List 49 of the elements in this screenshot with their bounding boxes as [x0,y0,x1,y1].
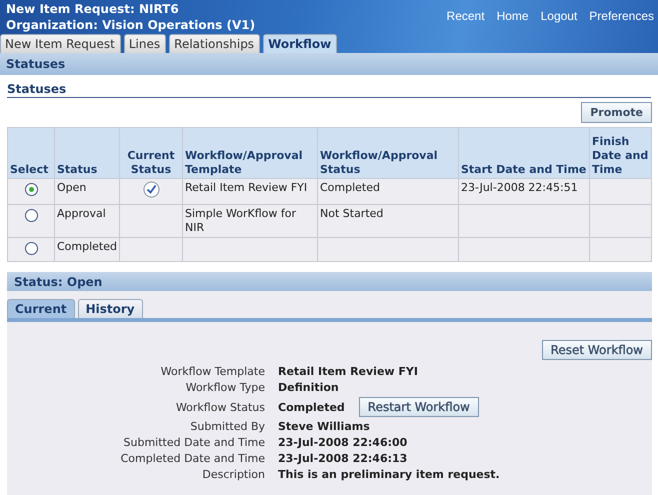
subsection-title: Statuses [7,82,651,98]
table-cell: Approval [57,207,106,220]
field-value: 23-Jul-2008 22:46:13 [278,451,408,466]
request-title: New Item Request: NIRT6 [6,1,180,17]
field-value: Definition [278,380,339,395]
column-header: Select [8,128,54,178]
table-cell: Not Started [320,207,384,220]
field-value: This is an preliminary item request. [278,467,500,482]
radio-button[interactable] [24,209,38,222]
field-label: Description [201,467,265,482]
promote-button[interactable]: Promote [581,102,652,123]
column-header: Start Date and Time [458,128,590,178]
section-title: Statuses [6,57,66,71]
field-label: Workflow Template [160,364,265,379]
field-label: Workflow Type [184,380,265,395]
field-label: Workflow Status [174,400,265,414]
reset-workflow-button[interactable]: Reset Workflow [542,340,652,360]
field-value: Steve Williams [278,419,370,434]
column-header: Status [54,128,120,178]
table-cell: Simple WorKflow for NIR [185,207,296,234]
tab[interactable]: Workflow [263,34,338,53]
field-label: Submitted Date and Time [122,435,265,450]
column-header: Workflow/Approval Template [182,128,318,178]
table-cell: 23-Jul-2008 22:45:51 [461,181,578,194]
tab[interactable]: New Item Request [0,34,121,53]
field-value: Completed [278,400,345,414]
table-cell: Completed [57,240,117,253]
table-cell: Completed [320,181,380,194]
field-value: 23-Jul-2008 22:46:00 [278,435,408,450]
restart-workflow-button[interactable]: Restart Workflow [358,397,479,417]
field-label: Completed Date and Time [120,451,265,466]
table-cell: Retail Item Review FYI [185,181,308,194]
status-title: Status: Open [14,274,102,288]
column-header: Finish Date and Time [590,128,652,178]
tab[interactable]: Lines [124,34,166,53]
field-value: Retail Item Review FYI [278,364,418,379]
radio-button[interactable] [24,242,38,255]
column-header: Current Status [120,128,182,178]
organization-title: Organization: Vision Operations (V1) [6,17,256,33]
radio-button[interactable] [24,183,38,196]
tab[interactable]: Current [7,299,75,318]
tab[interactable]: Relationships [169,34,260,53]
table-cell: Open [57,181,86,194]
column-header: Workflow/Approval Status [318,128,458,178]
field-label: Submitted By [189,419,265,434]
tab[interactable]: History [78,299,143,318]
global-link[interactable]: Logout [540,9,578,33]
global-link[interactable]: Home [496,9,529,33]
global-link[interactable]: Preferences [589,9,654,33]
